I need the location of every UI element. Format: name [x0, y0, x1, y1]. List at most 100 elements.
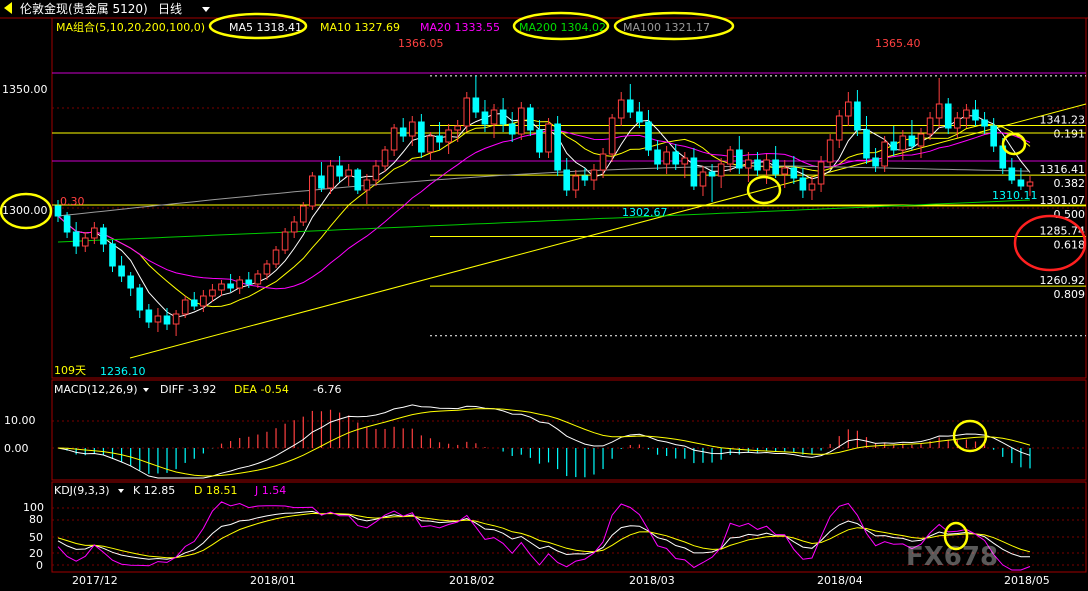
candle-body-64 — [636, 111, 643, 123]
candle-body-4 — [91, 227, 98, 239]
candle-body-46 — [472, 97, 480, 113]
candle-body-35 — [372, 165, 380, 181]
ma10-value: MA10 1327.69 — [320, 21, 400, 34]
days-label: 109天 — [54, 364, 86, 377]
candle-body-36 — [381, 149, 389, 167]
candle-body-39 — [408, 121, 416, 137]
ma-legend-label: MA组合(5,10,20,200,100,0) — [56, 20, 205, 34]
fib-ratio-0: 0.191 — [1054, 128, 1086, 141]
macd-label: MACD(12,26,9) — [54, 383, 138, 396]
candle-body-99 — [954, 117, 961, 129]
candle-body-6 — [109, 243, 116, 267]
kdj-k-line — [57, 510, 1030, 560]
fib-price-0: 1341.23 — [1040, 114, 1086, 127]
candle-body-21 — [245, 279, 253, 285]
header-bar: 伦敦金现(贵金属 5120) 日线 — [4, 1, 210, 16]
time-label-2018-03: 2018/03 — [629, 574, 675, 587]
fib-ratio-2: 0.500 — [1054, 208, 1086, 221]
candle-body-44 — [454, 125, 462, 131]
kdj-tick-80: 80 — [29, 513, 43, 526]
candle-body-23 — [263, 263, 271, 275]
candle-body-37 — [390, 127, 398, 151]
candle-body-59 — [590, 169, 598, 181]
candle-body-67 — [663, 151, 670, 165]
candle-body-16 — [200, 295, 207, 307]
candle-body-22 — [254, 273, 262, 285]
candle-body-33 — [354, 169, 362, 191]
candle-body-70 — [690, 157, 698, 187]
candle-body-106 — [1017, 179, 1025, 187]
candle-body-105 — [1008, 167, 1016, 181]
candle-body-50 — [508, 123, 516, 135]
candle-body-94 — [908, 135, 916, 147]
candle-body-3 — [81, 237, 89, 247]
macd-value: -6.76 — [313, 383, 341, 396]
candle-body-24 — [272, 249, 280, 265]
candle-body-51 — [517, 107, 525, 135]
period-label[interactable]: 日线 — [158, 2, 182, 16]
macd-diff: DIFF -3.92 — [160, 383, 216, 396]
low-mid-label: 1302.67 — [622, 206, 668, 219]
macd-tick-10: 10.00 — [4, 414, 36, 427]
candle-body-80 — [781, 167, 789, 175]
time-label-2018-01: 2018/01 — [250, 574, 296, 587]
candle-body-65 — [645, 121, 652, 151]
candle-body-30 — [327, 165, 334, 189]
candle-body-48 — [490, 109, 498, 125]
candle-body-12 — [163, 315, 171, 325]
ma-legend: MA组合(5,10,20,200,100,0) MA5 1318.41 MA10… — [56, 20, 710, 34]
candle-body-47 — [481, 111, 489, 125]
kdj-label: KDJ(9,3,3) — [54, 484, 110, 497]
candle-body-55 — [554, 123, 561, 171]
low-left-label: 1236.10 — [100, 365, 146, 378]
fibonacci-levels: 1341.230.1911316.410.3821301.070.5001285… — [52, 72, 1087, 359]
candle-body-32 — [345, 169, 353, 177]
candle-body-43 — [445, 129, 452, 143]
candle-body-69 — [681, 157, 689, 165]
candle-body-74 — [726, 149, 734, 165]
left-triangle-icon[interactable] — [4, 2, 12, 14]
candle-body-89 — [863, 129, 870, 159]
price-tick-1300: 1300.00 — [2, 204, 48, 217]
macd-legend: MACD(12,26,9) DIFF -3.92 DEA -0.54 -6.76… — [4, 383, 341, 455]
candle-body-101 — [972, 109, 979, 121]
ma200-value: MA200 1304.02 — [519, 21, 606, 34]
candle-body-82 — [799, 177, 807, 191]
candle-body-63 — [626, 99, 634, 113]
candle-body-31 — [336, 165, 343, 177]
chevron-down-icon[interactable] — [202, 7, 210, 12]
candle-body-71 — [699, 171, 707, 187]
time-label-2017-12: 2017/12 — [72, 574, 118, 587]
candle-body-75 — [735, 149, 743, 169]
candle-body-34 — [363, 179, 371, 191]
price-annotations: 1366.05 1365.40 1236.10 1302.67 1310.11 … — [54, 37, 1038, 378]
candle-body-100 — [963, 109, 970, 119]
candle-body-102 — [981, 119, 988, 127]
candle-body-107 — [1026, 181, 1034, 187]
candle-body-40 — [418, 121, 425, 153]
candle-body-60 — [599, 153, 607, 171]
candle-body-62 — [617, 99, 625, 119]
candle-body-49 — [499, 109, 507, 125]
candle-body-52 — [527, 107, 534, 131]
candle-body-18 — [218, 283, 225, 291]
ma20-value: MA20 1333.55 — [420, 21, 500, 34]
macd-tick-0: 0.00 — [4, 442, 29, 455]
candle-body-78 — [763, 159, 770, 171]
candle-body-25 — [281, 231, 289, 251]
time-axis: 2017/12 2018/01 2018/02 2018/03 2018/04 … — [72, 574, 1050, 587]
candle-body-9 — [136, 287, 144, 311]
kdj-tick-0: 0 — [36, 559, 43, 572]
candle-body-68 — [672, 151, 680, 165]
gold-daily-chart[interactable]: 伦敦金现(贵金属 5120) 日线 1350.00 1300.00 MA组合(5… — [0, 0, 1088, 591]
candle-body-95 — [917, 133, 925, 147]
candle-body-5 — [100, 227, 107, 245]
price-tick-1350: 1350.00 — [2, 83, 48, 96]
watermark: FX678 — [906, 542, 998, 572]
candle-body-8 — [127, 275, 134, 289]
macd-dea-line — [57, 408, 1031, 477]
candle-body-29 — [318, 175, 325, 189]
candle-body-85 — [826, 139, 834, 163]
candle-body-42 — [436, 135, 443, 143]
candle-body-92 — [890, 141, 898, 151]
